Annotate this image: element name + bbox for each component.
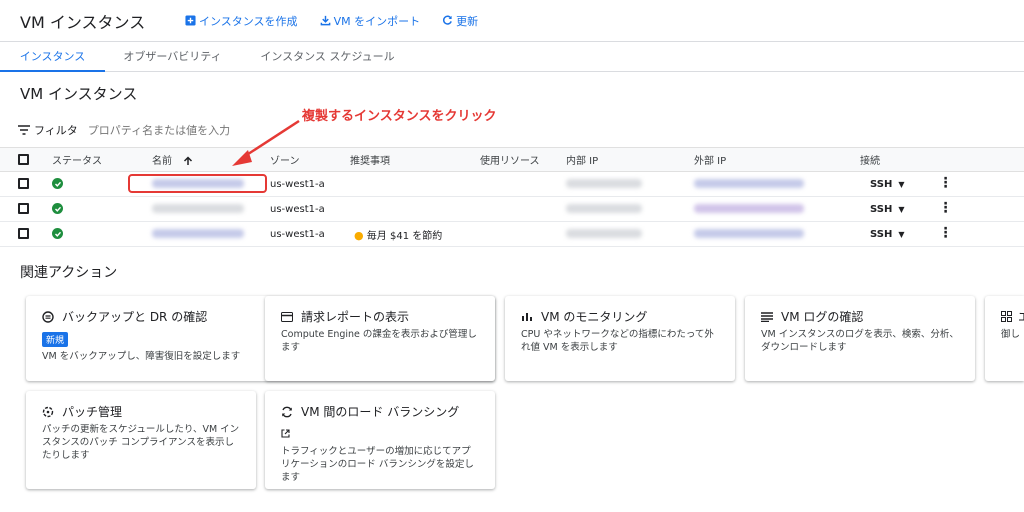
status-running-icon [52, 178, 63, 190]
column-name-label: 名前 [152, 156, 172, 167]
import-vm-button[interactable]: VM をインポート [320, 13, 421, 29]
section-title: VM インスタンス [20, 85, 138, 103]
zone-cell: us-west1-a [270, 171, 350, 197]
annotation-highlight-box [128, 174, 267, 193]
lightbulb-icon: ● [354, 228, 364, 242]
column-internal-ip[interactable]: 内部 IP [566, 147, 694, 172]
zone-cell: us-west1-a [270, 196, 350, 222]
column-external-ip[interactable]: 外部 IP [694, 147, 860, 172]
tab-observability[interactable]: オブザーバビリティ [110, 42, 235, 72]
refresh-label: 更新 [456, 14, 479, 28]
logs-icon [761, 311, 775, 322]
card-title: VM 間のロード バランシング [301, 405, 460, 419]
more-actions-icon[interactable]: ⋮ [938, 175, 952, 191]
create-instance-button[interactable]: インスタンスを作成 [185, 13, 298, 29]
card-description: VM インスタンスのログを表示、検索、分析、ダウンロードします [761, 329, 959, 353]
create-instance-label: インスタンスを作成 [199, 14, 298, 28]
card-title: バックアップと DR の確認 [62, 310, 208, 324]
new-badge: 新規 [42, 332, 69, 347]
row-checkbox[interactable] [18, 203, 29, 215]
card-monitoring[interactable]: VM のモニタリング CPU やネットワークなどの指標にわたって外れ値 VM を… [505, 296, 735, 381]
card-title: パッチ管理 [62, 405, 123, 419]
ssh-button[interactable]: SSH [870, 204, 892, 215]
annotation-text: 複製するインスタンスをクリック [302, 109, 497, 124]
ssh-button[interactable]: SSH [870, 229, 892, 240]
card-title: VM ログの確認 [781, 310, 864, 324]
refresh-button[interactable]: 更新 [442, 13, 478, 29]
more-actions-icon[interactable]: ⋮ [938, 225, 952, 241]
card-truncated[interactable]: エ 御し [985, 296, 1024, 381]
card-description: Compute Engine の課金を表示および管理します [281, 329, 477, 353]
external-ip-link[interactable] [694, 179, 804, 188]
card-description: CPU やネットワークなどの指標にわたって外れ値 VM を表示します [521, 329, 714, 353]
ssh-dropdown-icon[interactable]: ▼ [898, 205, 904, 214]
card-vm-logs[interactable]: VM ログの確認 VM インスタンスのログを表示、検索、分析、ダウンロードします [745, 296, 975, 381]
ssh-button[interactable]: SSH [870, 179, 892, 190]
top-bar: VM インスタンス インスタンスを作成 VM をインポート 更新 [0, 0, 1024, 42]
card-load-balancing[interactable]: VM 間のロード バランシング トラフィックとユーザーの増加に応じてアプリケーシ… [265, 391, 495, 489]
filter-icon [18, 125, 30, 135]
zone-cell: us-west1-a [270, 221, 350, 247]
column-in-use-by[interactable]: 使用リソース [480, 147, 566, 172]
billing-icon [281, 311, 295, 322]
tab-instance-schedules[interactable]: インスタンス スケジュール [245, 42, 410, 72]
row-checkbox[interactable] [18, 228, 29, 240]
recommendation-savings[interactable]: 毎月 $41 を節約 [367, 231, 442, 242]
page-title: VM インスタンス [20, 12, 146, 32]
card-title: 請求レポートの表示 [301, 310, 410, 324]
card-description: トラフィックとユーザーの増加に応じてアプリケーションのロード バランシングを設定… [281, 446, 474, 483]
column-recommendation[interactable]: 推奨事項 [350, 147, 480, 172]
column-connect: 接続 [860, 147, 1024, 172]
card-title: VM のモニタリング [541, 310, 648, 324]
more-actions-icon[interactable]: ⋮ [938, 200, 952, 216]
tab-instances[interactable]: インスタンス [0, 42, 105, 72]
filter-label: フィルタ [34, 124, 78, 137]
column-status[interactable]: ステータス [52, 147, 152, 172]
annotation-arrow-icon [232, 119, 300, 166]
select-all-checkbox[interactable] [18, 153, 29, 165]
recommendation-cell [350, 196, 480, 222]
status-running-icon [52, 228, 63, 240]
external-ip-link[interactable] [694, 204, 804, 213]
status-running-icon [52, 203, 63, 215]
row-checkbox[interactable] [18, 178, 29, 190]
instance-name-link[interactable] [152, 204, 244, 213]
card-description: 御し [1001, 329, 1021, 340]
ssh-dropdown-icon[interactable]: ▼ [898, 230, 904, 239]
table-row[interactable]: us-west1-a ● 毎月 $41 を節約 SSH ▼ ⋮ [0, 221, 1024, 247]
external-link-icon[interactable] [281, 423, 479, 442]
internal-ip-value [566, 179, 642, 188]
external-ip-link[interactable] [694, 229, 804, 238]
recommendation-cell [350, 171, 480, 197]
loadbalance-icon [281, 406, 295, 418]
tab-bar: インスタンス オブザーバビリティ インスタンス スケジュール [0, 42, 1024, 72]
card-patch-management[interactable]: パッチ管理 パッチの更新をスケジュールしたり、VM インスタンスのパッチ コンプ… [26, 391, 256, 489]
internal-ip-value [566, 204, 642, 213]
table-header-row: ステータス 名前 ゾーン 推奨事項 使用リソース 内部 IP 外部 IP 接続 [0, 147, 1024, 172]
sort-ascending-icon [184, 156, 193, 165]
download-icon [320, 15, 330, 26]
ssh-dropdown-icon[interactable]: ▼ [898, 180, 904, 189]
chart-icon [521, 311, 535, 322]
patch-icon [42, 406, 56, 418]
instance-name-link[interactable] [152, 229, 244, 238]
internal-ip-value [566, 229, 642, 238]
card-billing-report[interactable]: 請求レポートの表示 Compute Engine の課金を表示および管理します [265, 296, 495, 381]
card-description: パッチの更新をスケジュールしたり、VM インスタンスのパッチ コンプライアンスを… [42, 424, 240, 461]
grid-icon [1001, 311, 1012, 322]
import-vm-label: VM をインポート [333, 14, 421, 28]
refresh-icon [443, 15, 452, 25]
backup-icon [42, 310, 56, 323]
table-row[interactable]: us-west1-a SSH ▼ ⋮ [0, 196, 1024, 222]
related-actions-title: 関連アクション [20, 265, 118, 281]
card-title: エ [1018, 308, 1024, 325]
add-box-icon [185, 15, 196, 26]
vm-instances-table: ステータス 名前 ゾーン 推奨事項 使用リソース 内部 IP 外部 IP 接続 … [0, 147, 1024, 247]
